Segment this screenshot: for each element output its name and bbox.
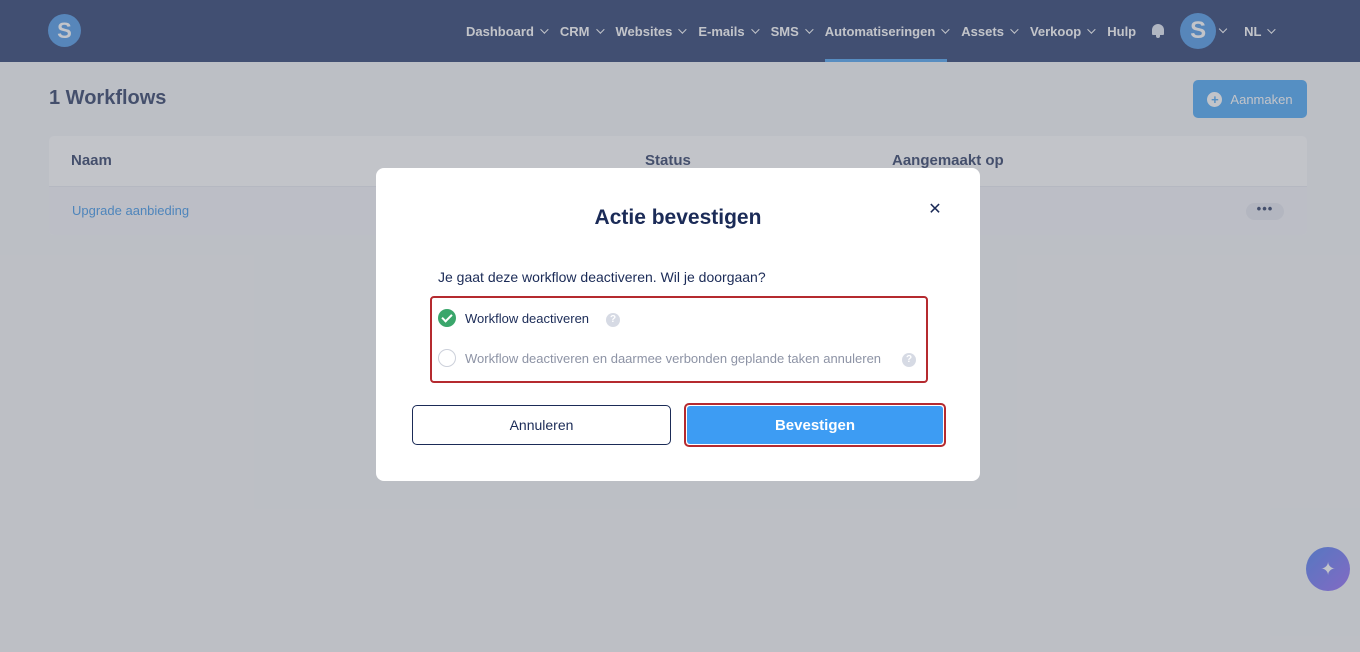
option-label: Workflow deactiveren en daarmee verbonde… — [465, 350, 882, 366]
option-deactivate[interactable]: Workflow deactiveren — [438, 309, 589, 327]
dialog-title: Actie bevestigen — [594, 206, 762, 229]
radio-checked-icon[interactable] — [438, 309, 456, 327]
dialog-message: Je gaat deze workflow deactiveren. Wil j… — [438, 269, 766, 285]
info-icon[interactable]: ? — [606, 313, 620, 327]
confirm-button[interactable]: Bevestigen — [687, 406, 943, 444]
option-label: Workflow deactiveren — [465, 310, 590, 326]
cancel-button[interactable]: Annuleren — [412, 405, 671, 445]
confirm-action-dialog: Actie bevestigen ✕ Je gaat deze workflow… — [376, 168, 980, 481]
confirm-button-highlight: Bevestigen — [684, 403, 946, 447]
info-icon[interactable]: ? — [902, 353, 916, 367]
option-deactivate-and-cancel[interactable]: Workflow deactiveren en daarmee verbonde… — [438, 349, 881, 367]
deactivate-options: Workflow deactiveren ? Workflow deactive… — [430, 296, 928, 383]
radio-unchecked-icon[interactable] — [438, 349, 456, 367]
close-icon[interactable]: ✕ — [927, 202, 943, 218]
